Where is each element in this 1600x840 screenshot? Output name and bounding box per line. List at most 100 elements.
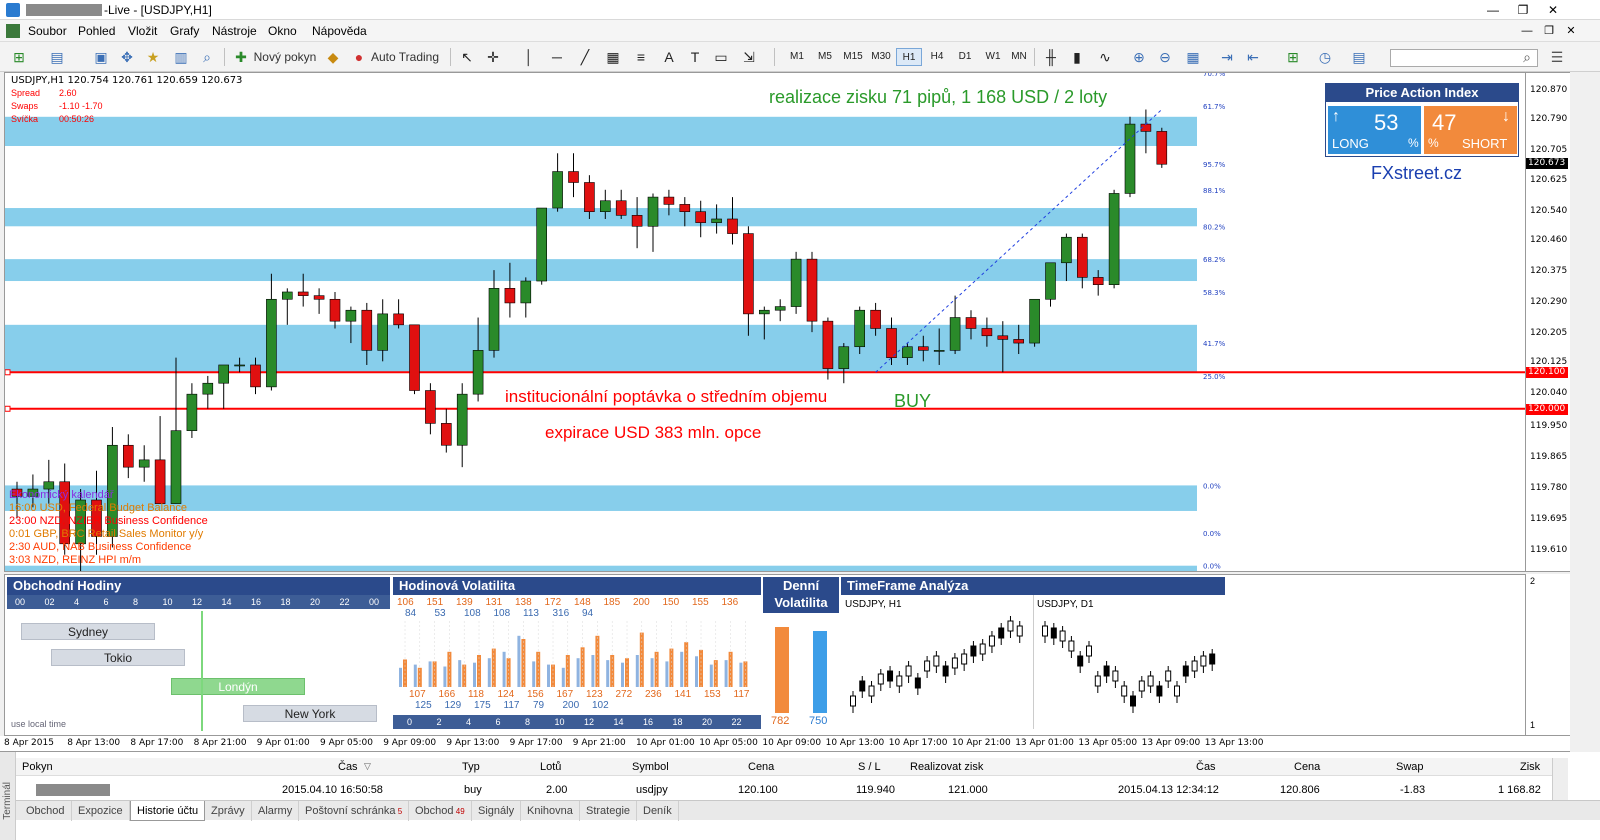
tile-windows-icon[interactable]: ▦ xyxy=(1184,48,1202,66)
terminal-side-tab[interactable]: Terminál xyxy=(0,752,16,840)
col-cas[interactable]: Čas xyxy=(338,761,358,773)
timeframe-h1[interactable]: H1 xyxy=(896,48,922,66)
search-icon[interactable]: ⌕ xyxy=(1518,48,1536,66)
shapes-icon[interactable]: ▭ xyxy=(712,48,730,66)
line-chart-icon[interactable]: ∿ xyxy=(1096,48,1114,66)
crosshair-move-icon[interactable]: ✥ xyxy=(118,48,136,66)
search-input[interactable] xyxy=(1390,49,1538,67)
tester-icon[interactable]: ⌕ xyxy=(198,48,216,66)
terminal-tab[interactable]: Signály xyxy=(472,801,522,821)
timeframe-m30[interactable]: M30 xyxy=(868,48,894,66)
text-icon[interactable]: A xyxy=(660,48,678,66)
terminal-tab[interactable]: Historie účtu xyxy=(130,801,206,821)
menu-nastroje[interactable]: Nástroje xyxy=(212,24,257,38)
timeframe-m5[interactable]: M5 xyxy=(812,48,838,66)
mdi-close-button[interactable]: ✕ xyxy=(1560,23,1582,39)
terminal-tab[interactable]: Alarmy xyxy=(252,801,300,821)
autoscroll-icon[interactable]: ⇥ xyxy=(1218,48,1236,66)
chart-doc-icon[interactable] xyxy=(6,24,20,38)
templates-icon[interactable]: ▤ xyxy=(1350,48,1368,66)
hour-label: 14 xyxy=(221,597,232,607)
data-window-icon[interactable]: ▥ xyxy=(172,48,190,66)
timeframe-m1[interactable]: M1 xyxy=(784,48,810,66)
terminal-tab[interactable]: Obchod 49 xyxy=(409,801,472,821)
horizontal-line-icon[interactable]: ─ xyxy=(548,48,566,66)
sort-icon[interactable]: ▽ xyxy=(364,761,371,772)
col-zisk[interactable]: Zisk xyxy=(1520,761,1540,773)
timeframe-w1[interactable]: W1 xyxy=(980,48,1006,66)
menu-grafy[interactable]: Grafy xyxy=(170,24,199,38)
terminal-tab[interactable]: Poštovní schránka 5 xyxy=(299,801,410,821)
timeframe-mn[interactable]: MN xyxy=(1006,48,1032,66)
tab-label: Poštovní schránka xyxy=(305,805,396,817)
close-button[interactable]: ✕ xyxy=(1538,0,1568,20)
channel-icon[interactable]: ▦ xyxy=(604,48,622,66)
terminal-tab[interactable]: Knihovna xyxy=(521,801,580,821)
vertical-line-icon[interactable]: │ xyxy=(520,48,538,66)
terminal-tab[interactable]: Obchod xyxy=(20,801,72,821)
periods-icon[interactable]: ◷ xyxy=(1316,48,1334,66)
indicators-icon[interactable]: ⊞ xyxy=(1284,48,1302,66)
table-row[interactable]: 2015.04.10 16:50:58 buy 2.00 usdjpy 120.… xyxy=(16,781,1552,799)
timeframe-d1[interactable]: D1 xyxy=(952,48,978,66)
new-chart-icon[interactable]: ⊞ xyxy=(10,48,28,66)
crosshair-icon[interactable]: ✛ xyxy=(484,48,502,66)
candle-chart-icon[interactable]: ▮ xyxy=(1068,48,1086,66)
timeframe-h4[interactable]: H4 xyxy=(924,48,950,66)
terminal-scrollbar[interactable] xyxy=(1552,758,1568,800)
menu-vlozit[interactable]: Vložit xyxy=(128,24,157,38)
pai-short-pct: % xyxy=(1428,136,1439,150)
volatility-bar-blue xyxy=(680,651,684,687)
candle xyxy=(1045,262,1056,307)
col-pokyn[interactable]: Pokyn xyxy=(22,761,53,773)
bar-chart-icon[interactable]: ╫ xyxy=(1042,48,1060,66)
chart-shift-icon[interactable]: ⇤ xyxy=(1244,48,1262,66)
candle xyxy=(838,343,850,384)
cursor-icon[interactable]: ↖ xyxy=(458,48,476,66)
terminal-tab[interactable]: Strategie xyxy=(580,801,638,821)
terminal-tab[interactable]: Deník xyxy=(637,801,679,821)
mdi-restore-button[interactable]: ❐ xyxy=(1538,23,1560,39)
col-cas-close[interactable]: Čas xyxy=(1196,761,1216,773)
cell-tp: 121.000 xyxy=(948,784,988,796)
terminal-tab[interactable]: Zprávy xyxy=(205,801,252,821)
account-icon[interactable]: ☰ xyxy=(1548,48,1566,66)
pai-long-pct: % xyxy=(1408,136,1419,150)
time-tick: 13 Apr 09:00 xyxy=(1141,738,1201,748)
volatility-bar-blue xyxy=(443,666,447,687)
mini-candle xyxy=(1209,649,1216,671)
col-lotu[interactable]: Lotů xyxy=(540,761,561,773)
col-tp[interactable]: Realizovat zisk xyxy=(910,761,983,773)
col-cena-close[interactable]: Cena xyxy=(1294,761,1320,773)
menu-pohled[interactable]: Pohled xyxy=(78,24,115,38)
menu-okno[interactable]: Okno xyxy=(268,24,297,38)
time-tick: 10 Apr 01:00 xyxy=(636,738,695,748)
auto-trading-button[interactable]: Auto Trading xyxy=(368,47,442,67)
zoom-out-icon[interactable]: ⊖ xyxy=(1156,48,1174,66)
timeframe-m15[interactable]: M15 xyxy=(840,48,866,66)
col-symbol[interactable]: Symbol xyxy=(632,761,669,773)
terminal-tab[interactable]: Expozice xyxy=(72,801,130,821)
new-order-button[interactable]: Nový pokyn xyxy=(252,47,318,67)
col-typ[interactable]: Typ xyxy=(462,761,480,773)
col-cena[interactable]: Cena xyxy=(748,761,774,773)
maximize-button[interactable]: ❐ xyxy=(1508,0,1538,20)
window-icon[interactable]: ▣ xyxy=(92,48,110,66)
volatility-value: 153 xyxy=(704,689,721,700)
col-sl[interactable]: S / L xyxy=(858,761,881,773)
price-chart[interactable]: 70.7% 61.7% 95.7% 88.1% 80.2% 68.2% 58.3% 41.7%… xyxy=(4,72,1526,572)
profiles-icon[interactable]: ▤ xyxy=(48,48,66,66)
label-icon[interactable]: T xyxy=(686,48,704,66)
col-swap[interactable]: Swap xyxy=(1396,761,1424,773)
menu-soubor[interactable]: Soubor xyxy=(28,24,67,38)
arrows-icon[interactable]: ⇲ xyxy=(740,48,758,66)
minimize-button[interactable]: — xyxy=(1478,0,1508,20)
zoom-in-icon[interactable]: ⊕ xyxy=(1130,48,1148,66)
time-tick: 10 Apr 17:00 xyxy=(888,738,948,748)
meta-editor-icon[interactable]: ◆ xyxy=(324,48,342,66)
mdi-minimize-button[interactable]: — xyxy=(1516,23,1538,39)
navigator-icon[interactable]: ★ xyxy=(144,48,162,66)
fibonacci-icon[interactable]: ≡ xyxy=(632,48,650,66)
menu-napoveda[interactable]: Nápověda xyxy=(312,24,367,38)
trendline-icon[interactable]: ╱ xyxy=(576,48,594,66)
